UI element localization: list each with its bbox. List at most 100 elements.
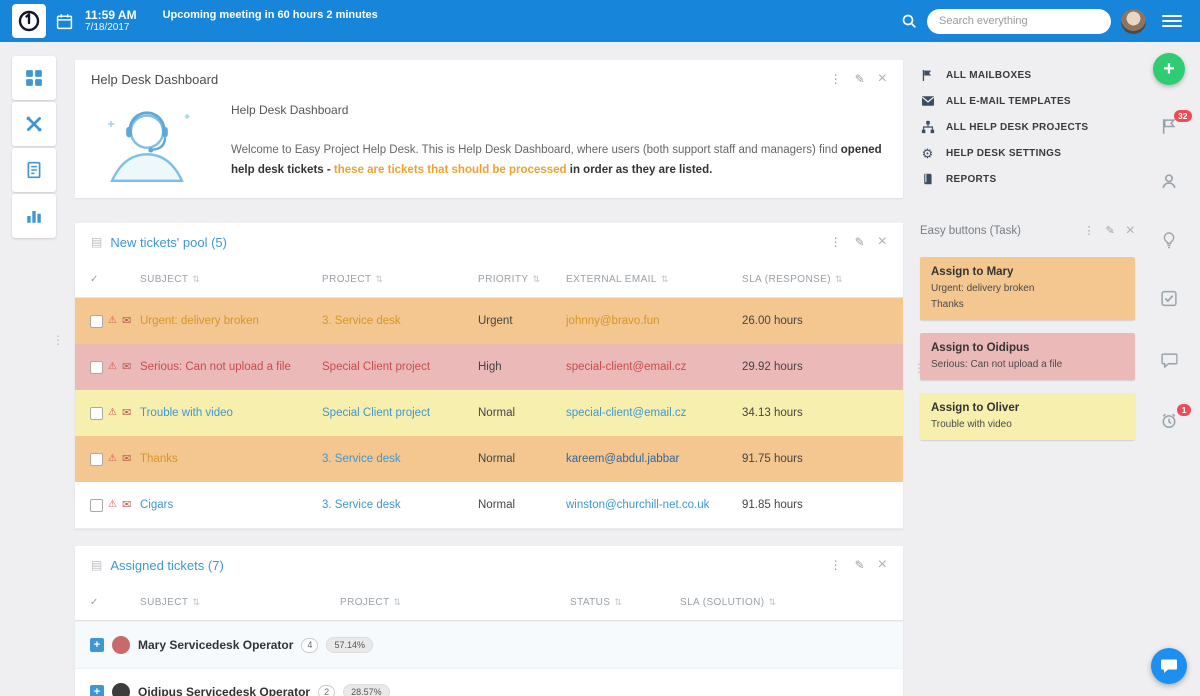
column-project[interactable]: PROJECT⇅ xyxy=(322,274,478,285)
search-input[interactable] xyxy=(927,9,1111,34)
widget-edit-icon[interactable]: ✎ xyxy=(855,559,865,571)
widget-close-icon[interactable]: × xyxy=(1126,223,1135,239)
envelope-icon: ✉ xyxy=(122,408,131,419)
drag-handle[interactable]: ⋮ xyxy=(52,334,64,346)
alarm-clock-icon[interactable] xyxy=(1161,412,1178,429)
hamburger-menu-icon[interactable] xyxy=(1162,15,1182,27)
widget-edit-icon[interactable]: ✎ xyxy=(855,73,865,85)
widget-options-icon[interactable]: ⋮ xyxy=(830,73,842,85)
ticket-priority: Normal xyxy=(478,407,566,419)
widget-edit-icon[interactable]: ✎ xyxy=(855,236,865,248)
ticket-project-link[interactable]: 3. Service desk xyxy=(322,315,401,327)
column-subject[interactable]: SUBJECT⇅ xyxy=(140,597,340,608)
sort-icon[interactable]: ⇅ xyxy=(614,597,622,607)
sidebar-item-documents[interactable] xyxy=(12,148,56,192)
envelope-icon: ✉ xyxy=(122,454,131,465)
row-checkbox[interactable] xyxy=(90,407,103,420)
sidebar-item-reports[interactable] xyxy=(12,194,56,238)
column-sla[interactable]: SLA (SOLUTION)⇅ xyxy=(680,597,903,608)
lightbulb-icon[interactable] xyxy=(1161,232,1177,249)
ticket-subject-link[interactable]: Serious: Can not upload a file xyxy=(140,361,291,373)
assigned-tickets-widget: ▤ Assigned tickets (7) ⋮ ✎ × ✓ SUBJECT⇅ … xyxy=(75,546,903,696)
link-help-desk-settings[interactable]: ⚙ HELP DESK SETTINGS xyxy=(920,140,1135,166)
ticket-project-link[interactable]: 3. Service desk xyxy=(322,499,401,511)
chart-icon xyxy=(25,207,43,225)
welcome-text: Welcome to Easy Project Help Desk. This … xyxy=(231,140,887,181)
link-label: ALL MAILBOXES xyxy=(946,70,1031,81)
column-sla[interactable]: SLA (RESPONSE)⇅ xyxy=(742,274,903,285)
expand-group-button[interactable]: + xyxy=(90,685,104,696)
warning-icon: ⚠ xyxy=(108,500,117,510)
sidebar-item-tools[interactable] xyxy=(12,102,56,146)
sort-icon[interactable]: ⇅ xyxy=(769,597,777,607)
column-priority[interactable]: PRIORITY⇅ xyxy=(478,274,566,285)
column-project[interactable]: PROJECT⇅ xyxy=(340,597,570,608)
expand-group-button[interactable]: + xyxy=(90,638,104,652)
group-user-link[interactable]: Oidipus Servicedesk Operator xyxy=(138,685,310,696)
ticket-email-link[interactable]: special-client@email.cz xyxy=(566,407,686,419)
widget-edit-icon[interactable]: ✎ xyxy=(1105,226,1114,237)
link-all-email-templates[interactable]: ALL E-MAIL TEMPLATES xyxy=(920,88,1135,114)
widget-close-icon[interactable]: × xyxy=(878,234,887,250)
calendar-icon[interactable] xyxy=(56,13,73,30)
row-checkbox[interactable] xyxy=(90,361,103,374)
sort-icon[interactable]: ⇅ xyxy=(835,274,843,284)
check-square-icon[interactable] xyxy=(1161,290,1178,307)
sort-icon[interactable]: ⇅ xyxy=(661,274,669,284)
quick-add-button[interactable]: + xyxy=(1153,53,1185,85)
widget-close-icon[interactable]: × xyxy=(878,71,887,87)
welcome-text-dash: - xyxy=(324,164,334,176)
column-status[interactable]: STATUS⇅ xyxy=(570,597,680,608)
chat-bubble-icon[interactable] xyxy=(1161,352,1178,368)
ticket-email-link[interactable]: kareem@abdul.jabbar xyxy=(566,453,679,465)
messenger-button[interactable] xyxy=(1151,648,1187,684)
widget-options-icon[interactable]: ⋮ xyxy=(830,236,842,248)
widget-icon: ▤ xyxy=(91,558,102,572)
sort-icon[interactable]: ⇅ xyxy=(393,597,401,607)
help-desk-dashboard-app: 11:59 AM 7/18/2017 Upcoming meeting in 6… xyxy=(0,0,1200,696)
row-checkbox[interactable] xyxy=(90,453,103,466)
ticket-email-link[interactable]: special-client@email.cz xyxy=(566,361,686,373)
upcoming-meeting-note[interactable]: Upcoming meeting in 60 hours 2 minutes xyxy=(163,9,378,21)
person-icon[interactable] xyxy=(1161,173,1178,190)
link-all-help-desk-projects[interactable]: ALL HELP DESK PROJECTS xyxy=(920,114,1135,140)
sort-icon[interactable]: ⇅ xyxy=(192,274,200,284)
sidebar-item-dashboard[interactable] xyxy=(12,56,56,100)
flag-icon[interactable] xyxy=(1161,118,1178,135)
row-checkbox[interactable] xyxy=(90,499,103,512)
column-email[interactable]: EXTERNAL EMAIL⇅ xyxy=(566,274,742,285)
ticket-project-link[interactable]: 3. Service desk xyxy=(322,453,401,465)
ticket-project-link[interactable]: Special Client project xyxy=(322,361,430,373)
row-checkbox[interactable] xyxy=(90,315,103,328)
sort-icon[interactable]: ⇅ xyxy=(375,274,383,284)
app-logo[interactable] xyxy=(12,4,46,38)
ticket-subject-link[interactable]: Trouble with video xyxy=(140,407,233,419)
widget-options-icon[interactable]: ⋮ xyxy=(830,559,842,571)
easy-button-title: Assign to Oliver xyxy=(931,402,1124,414)
ticket-sla: 34.13 hours xyxy=(742,407,903,419)
ticket-subject-link[interactable]: Thanks xyxy=(140,453,178,465)
column-check[interactable]: ✓ xyxy=(75,597,140,608)
group-user-link[interactable]: Mary Servicedesk Operator xyxy=(138,638,293,652)
easy-button-assign-oidipus[interactable]: Assign to Oidipus Serious: Can not uploa… xyxy=(920,333,1135,380)
link-reports[interactable]: REPORTS xyxy=(920,166,1135,192)
ticket-priority: Urgent xyxy=(478,315,566,327)
user-avatar[interactable] xyxy=(1121,9,1146,34)
ticket-subject-link[interactable]: Cigars xyxy=(140,499,173,511)
easy-button-title: Assign to Mary xyxy=(931,266,1124,278)
link-all-mailboxes[interactable]: ALL MAILBOXES xyxy=(920,62,1135,88)
sort-icon[interactable]: ⇅ xyxy=(532,274,540,284)
search-icon[interactable] xyxy=(901,13,917,29)
ticket-subject-link[interactable]: Urgent: delivery broken xyxy=(140,315,259,327)
welcome-text-highlight: these are tickets that should be process… xyxy=(334,164,567,176)
ticket-email-link[interactable]: winston@churchill-net.co.uk xyxy=(566,499,709,511)
widget-options-icon[interactable]: ⋮ xyxy=(1083,226,1094,237)
column-check[interactable]: ✓ xyxy=(75,274,140,285)
easy-button-assign-mary[interactable]: Assign to Mary Urgent: delivery broken T… xyxy=(920,257,1135,320)
widget-close-icon[interactable]: × xyxy=(878,557,887,573)
ticket-project-link[interactable]: Special Client project xyxy=(322,407,430,419)
ticket-email-link[interactable]: johnny@bravo.fun xyxy=(566,315,660,327)
easy-button-assign-oliver[interactable]: Assign to Oliver Trouble with video xyxy=(920,393,1135,440)
sort-icon[interactable]: ⇅ xyxy=(192,597,200,607)
column-subject[interactable]: SUBJECT⇅ xyxy=(140,274,322,285)
